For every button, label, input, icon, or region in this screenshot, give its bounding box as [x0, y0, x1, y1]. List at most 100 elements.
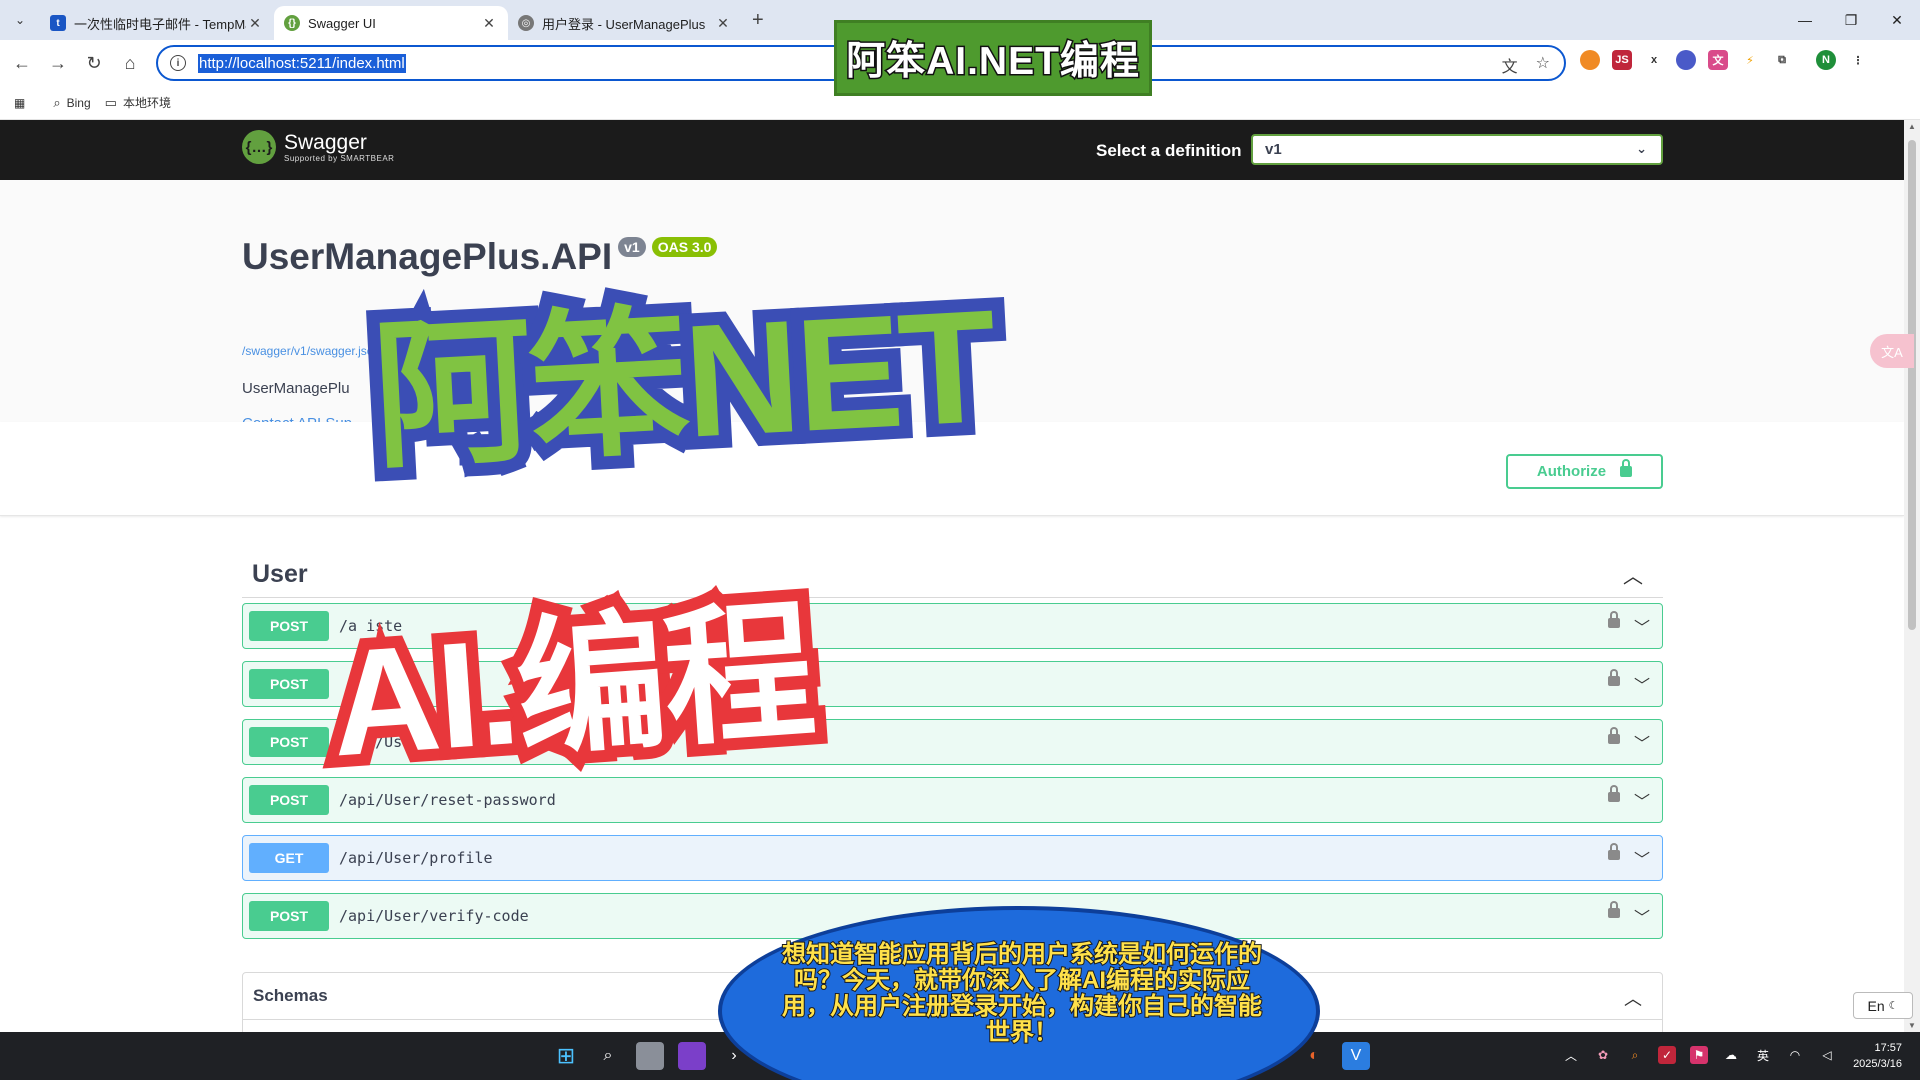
tray-flower-icon[interactable]: ✿ — [1594, 1046, 1612, 1064]
clock-date: 2025/3/16 — [1853, 1058, 1902, 1070]
swagger-topbar: {…} Swagger Supported by SMARTBEAR Selec… — [0, 120, 1904, 180]
vscode-icon[interactable]: V — [1342, 1042, 1370, 1070]
logo-word: Swagger — [284, 130, 367, 154]
tab-close-icon[interactable]: ✕ — [246, 15, 264, 32]
menu-dots-icon[interactable]: ⋮ — [1848, 50, 1868, 70]
tab-list-chevron-icon[interactable]: ⌄ — [6, 6, 34, 34]
close-window-icon[interactable]: ✕ — [1874, 0, 1920, 40]
system-tray: ︿ ✿ ⌕ ✓ ⚑ ☁ 英 ◠ ◁ — [1562, 1046, 1836, 1064]
tab-swagger-ui[interactable]: {} Swagger UI ✕ — [274, 6, 508, 40]
operation-path: /api/User/profile — [339, 849, 493, 867]
lock-icon[interactable] — [1608, 669, 1620, 686]
bookmark-local-env[interactable]: ▭ 本地环境 — [105, 94, 171, 111]
url-text[interactable]: http://localhost:5211/index.html — [198, 53, 406, 73]
forward-arrow-icon[interactable]: → — [40, 45, 76, 81]
tab-close-icon[interactable]: ✕ — [480, 15, 498, 32]
extension-bolt-icon[interactable]: ⚡ — [1740, 50, 1760, 70]
system-clock[interactable]: 17:57 2025/3/16 — [1853, 1040, 1902, 1072]
tab-title: 一次性临时电子邮件 - TempMail — [74, 16, 246, 32]
scroll-down-icon[interactable]: ▼ — [1908, 1021, 1916, 1030]
method-badge: POST — [249, 901, 329, 931]
scrollbar-thumb[interactable] — [1908, 140, 1916, 630]
chevron-down-icon[interactable]: ﹀ — [1634, 788, 1650, 812]
lock-icon — [1620, 459, 1633, 477]
globe-icon: ◎ — [518, 15, 534, 31]
api-description: UserManagePlu — [242, 380, 350, 397]
definition-label: Select a definition — [1096, 141, 1242, 160]
extension-js-icon[interactable]: JS — [1612, 50, 1632, 70]
extension-color-icon[interactable] — [1676, 50, 1696, 70]
lock-icon[interactable] — [1608, 611, 1620, 628]
lock-icon[interactable] — [1608, 727, 1620, 744]
window-controls: — ❐ ✕ — [1782, 0, 1920, 40]
tab-tempmail[interactable]: t 一次性临时电子邮件 - TempMail ✕ — [40, 6, 274, 40]
swagger-logo[interactable]: {…} Swagger Supported by SMARTBEAR — [242, 130, 394, 164]
search-icon[interactable]: ⌕ — [594, 1042, 622, 1070]
home-icon[interactable]: ⌂ — [112, 45, 148, 81]
tray-red-icon[interactable]: ✓ — [1658, 1046, 1676, 1064]
method-badge: POST — [249, 785, 329, 815]
clock-time: 17:57 — [1874, 1042, 1902, 1054]
swagger-logo-icon: {…} — [242, 130, 276, 164]
volume-icon[interactable]: ◁ — [1818, 1046, 1836, 1064]
operation-row[interactable]: GET /api/User/profile ﹀ — [242, 835, 1663, 881]
ime-toolbar[interactable]: En ☾ — [1853, 992, 1913, 1019]
app-icon[interactable]: ◐ — [1300, 1042, 1328, 1070]
apps-grid-icon[interactable]: ▦ — [14, 96, 25, 110]
extension-icons: JS x 文 ⚡ ⧉ N ⋮ — [1580, 50, 1868, 70]
chevron-down-icon[interactable]: ﹀ — [1634, 614, 1650, 638]
restore-icon[interactable]: ❐ — [1828, 0, 1874, 40]
overlay-banner: 阿笨AI.NET编程 — [834, 20, 1152, 96]
overlay-big-text-2: AI.编程 — [314, 574, 830, 799]
tray-expand-icon[interactable]: ︿ — [1562, 1046, 1580, 1064]
lock-icon[interactable] — [1608, 785, 1620, 802]
translate-icon[interactable]: 文 — [1502, 53, 1518, 77]
chevron-up-icon: ︿ — [1623, 566, 1643, 588]
floating-translate-icon[interactable]: 文A — [1870, 334, 1914, 368]
scroll-up-icon[interactable]: ▲ — [1908, 122, 1916, 131]
video-app-icon[interactable] — [678, 1042, 706, 1070]
task-view-icon[interactable] — [636, 1042, 664, 1070]
tray-search-icon[interactable]: ⌕ — [1626, 1046, 1644, 1064]
ime-language[interactable]: 英 — [1754, 1046, 1772, 1064]
wifi-icon[interactable]: ◠ — [1786, 1046, 1804, 1064]
bookmark-bing[interactable]: ⌕ Bing — [53, 95, 90, 111]
authorize-button[interactable]: Authorize — [1506, 454, 1663, 489]
extension-translate-icon[interactable]: 文 — [1708, 50, 1728, 70]
chevron-down-icon[interactable]: ﹀ — [1634, 904, 1650, 928]
back-arrow-icon[interactable]: ← — [4, 45, 40, 81]
new-tab-button[interactable]: + — [752, 9, 764, 32]
overlay-big-text-1: 阿笨NET — [355, 263, 1010, 500]
definition-select[interactable]: v1 ⌄ — [1251, 134, 1663, 165]
spec-json-link[interactable]: /swagger/v1/swagger.json — [242, 344, 380, 358]
bookmark-star-icon[interactable]: ☆ — [1536, 53, 1550, 77]
tab-user-login[interactable]: ◎ 用户登录 - UserManagePlus ✕ — [508, 6, 742, 40]
lock-icon[interactable] — [1608, 843, 1620, 860]
chevron-down-icon[interactable]: ﹀ — [1634, 730, 1650, 754]
tray-pink-icon[interactable]: ⚑ — [1690, 1046, 1708, 1064]
bookmark-label: 本地环境 — [122, 96, 171, 110]
extension-orange-icon[interactable] — [1580, 50, 1600, 70]
bookmark-label: Bing — [66, 95, 91, 110]
profile-avatar-icon[interactable]: N — [1816, 50, 1836, 70]
tab-title: Swagger UI — [308, 15, 376, 31]
extension-x-icon[interactable]: x — [1644, 50, 1664, 70]
chevron-down-icon[interactable]: ﹀ — [1634, 846, 1650, 870]
lock-icon[interactable] — [1608, 901, 1620, 918]
speech-bubble-text: 想知道智能应用背后的用户系统是如何运作的吗？今天，就带你深入了解AI编程的实际应… — [781, 941, 1263, 1047]
tab-close-icon[interactable]: ✕ — [714, 15, 732, 32]
tray-cloud-icon[interactable]: ☁ — [1722, 1046, 1740, 1064]
site-info-icon[interactable]: i — [170, 55, 186, 71]
extensions-puzzle-icon[interactable]: ⧉ — [1772, 50, 1792, 70]
chevron-down-icon[interactable]: ﹀ — [1634, 672, 1650, 696]
authorize-label: Authorize — [1536, 463, 1607, 480]
swagger-favicon-icon: {} — [284, 15, 300, 31]
windows-start-icon[interactable]: ⊞ — [552, 1042, 580, 1070]
page-scrollbar[interactable]: ▲ ▼ — [1904, 120, 1920, 1032]
chevron-down-icon: ⌄ — [1636, 141, 1647, 156]
logo-subtext: Supported by SMARTBEAR — [284, 153, 395, 163]
chevron-up-icon: ︿ — [1624, 989, 1642, 1009]
reload-icon[interactable]: ↻ — [76, 45, 112, 81]
minimize-icon[interactable]: — — [1782, 0, 1828, 40]
moon-icon: ☾ — [1888, 1000, 1899, 1012]
